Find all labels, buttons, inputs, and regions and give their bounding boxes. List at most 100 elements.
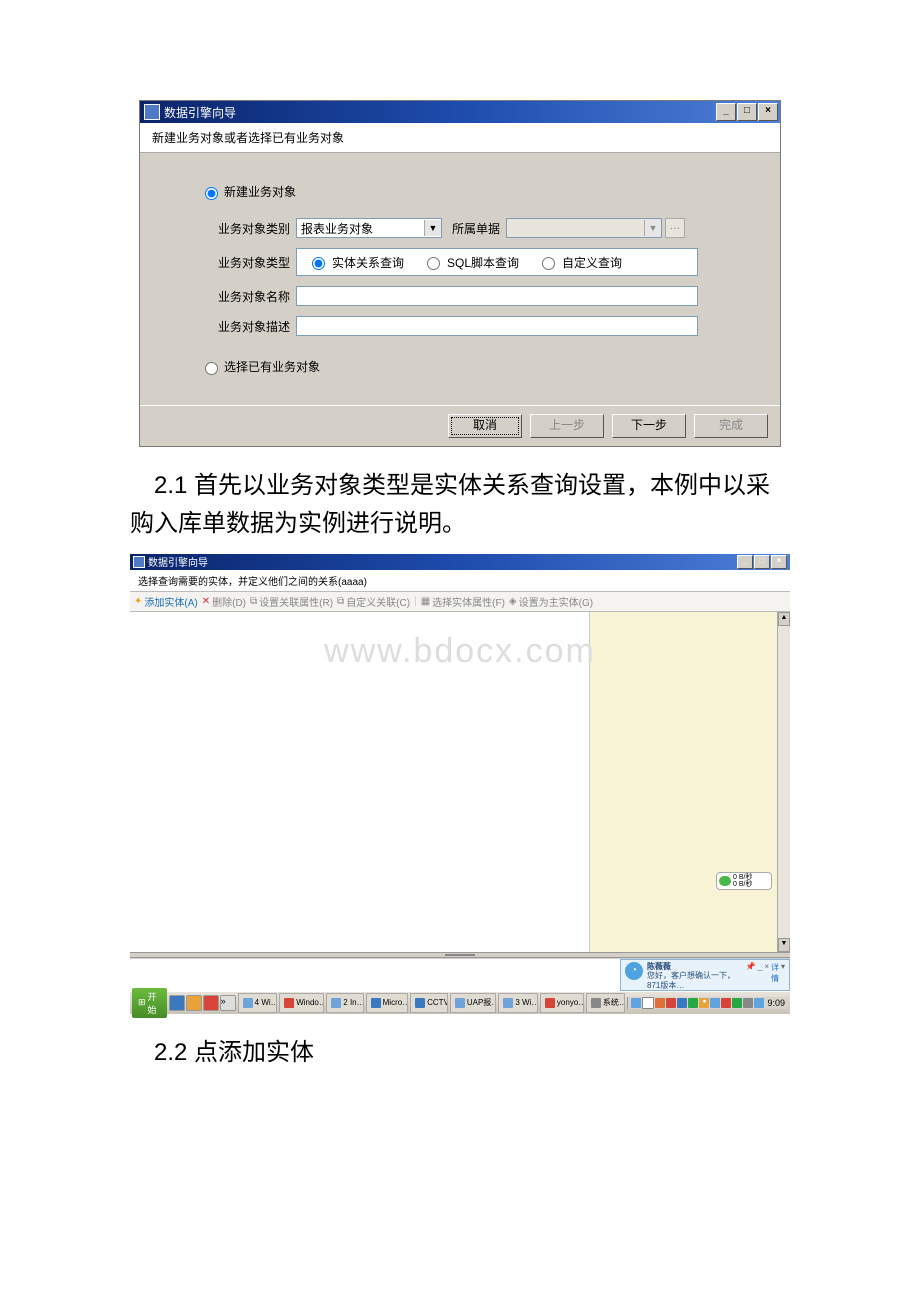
set-main-button[interactable]: ◈ 设置为主实体(G)	[509, 594, 593, 609]
clock[interactable]: 9:09	[767, 998, 785, 1008]
tray-icon[interactable]	[677, 998, 687, 1008]
rel-prop-label: 设置关联属性(R)	[259, 594, 333, 609]
start-button[interactable]: ⊞ 开始	[132, 988, 167, 1018]
task-button[interactable]: Micro…	[366, 993, 408, 1013]
radio-entity-label: 实体关系查询	[332, 254, 404, 271]
radio-existing-input[interactable]	[205, 362, 218, 375]
owner-select[interactable]: ▼	[506, 218, 662, 238]
paragraph-2-2: 2.2 点添加实体	[130, 1034, 790, 1072]
link-icon: ⧉	[250, 596, 257, 607]
radio-sql-query[interactable]: SQL脚本查询	[422, 254, 519, 271]
add-entity-label: 添加实体(A)	[144, 594, 197, 609]
cancel-button[interactable]: 取消	[448, 414, 522, 438]
task-button[interactable]: Windo…	[279, 993, 324, 1013]
preview-panel: ▲ ▼ 0 B/秒 0 B/秒	[589, 612, 790, 952]
im-controls[interactable]: 📌 _ × 详情 ▾	[746, 962, 785, 988]
radio-new-object[interactable]: 新建业务对象	[200, 183, 750, 200]
speed-icon	[719, 876, 731, 886]
type-radio-group: 实体关系查询 SQL脚本查询 自定义查询	[296, 248, 698, 276]
category-select[interactable]: 报表业务对象 ▼	[296, 218, 442, 238]
custom-rel-button[interactable]: ⧉ 自定义关联(C)	[337, 594, 410, 609]
tray-icon[interactable]	[631, 998, 641, 1008]
add-entity-button[interactable]: ✦ 添加实体(A)	[134, 594, 198, 609]
radio-sql-label: SQL脚本查询	[447, 254, 519, 271]
desc-input[interactable]	[296, 316, 698, 336]
window-icon	[144, 104, 160, 120]
task-button[interactable]: 4 Wi…	[238, 993, 278, 1013]
task-button[interactable]: 系统…	[586, 993, 626, 1013]
minimize-button[interactable]: _	[716, 103, 736, 121]
ie-icon[interactable]	[169, 995, 185, 1011]
tray-icon[interactable]	[754, 998, 764, 1008]
close-button[interactable]: ×	[771, 555, 787, 569]
delete-button[interactable]: ✕ 删除(D)	[202, 594, 246, 609]
name-input[interactable]	[296, 286, 698, 306]
custom-rel-label: 自定义关联(C)	[346, 594, 410, 609]
scroll-down-icon[interactable]: ▼	[778, 938, 790, 952]
radio-entity-input[interactable]	[312, 257, 325, 270]
tray-icon[interactable]: ●	[699, 998, 709, 1008]
folder-icon[interactable]	[186, 995, 202, 1011]
quick-launch: »	[169, 995, 236, 1011]
prev-button[interactable]: 上一步	[530, 414, 604, 438]
pin-icon[interactable]: 📌	[746, 962, 756, 988]
scrollbar[interactable]: ▲ ▼	[777, 612, 790, 952]
radio-existing-object[interactable]: 选择已有业务对象	[200, 358, 750, 375]
upload-speed: 0 B/秒	[733, 874, 752, 881]
tray-icon[interactable]	[743, 998, 753, 1008]
im-notification[interactable]: ◔ 陈薇薇 您好，客户想确认一下，871版本… 📌 _ × 详情 ▾	[620, 959, 790, 991]
dialog-footer: 取消 上一步 下一步 完成	[140, 405, 780, 446]
tray-icon[interactable]	[721, 998, 731, 1008]
type-label: 业务对象类型	[170, 254, 296, 271]
chevron-down-icon[interactable]: ▼	[424, 220, 441, 236]
radio-sql-input[interactable]	[427, 257, 440, 270]
canvas-area: ▲ ▼ 0 B/秒 0 B/秒 www.bdocx.com	[130, 612, 790, 952]
select-field-button[interactable]: ▦ 选择实体属性(F)	[421, 594, 505, 609]
wizard-screen-2: 数据引擎向导 _ □ × 选择查询需要的实体，并定义他们之间的关系(aaaa) …	[130, 554, 790, 1014]
task-button[interactable]: 2 In…	[326, 993, 363, 1013]
tray-icon[interactable]	[732, 998, 742, 1008]
close-button[interactable]: ×	[758, 103, 778, 121]
more-icon[interactable]: »	[220, 995, 236, 1011]
next-button[interactable]: 下一步	[612, 414, 686, 438]
subtitle-2: 选择查询需要的实体，并定义他们之间的关系(aaaa)	[130, 570, 790, 592]
tray-icon[interactable]	[642, 997, 654, 1009]
maximize-button[interactable]: □	[737, 103, 757, 121]
task-button[interactable]: yonyo…	[540, 993, 584, 1013]
select-field-label: 选择实体属性(F)	[432, 594, 505, 609]
rel-prop-button[interactable]: ⧉ 设置关联属性(R)	[250, 594, 333, 609]
tray-icon[interactable]	[666, 998, 676, 1008]
im-detail-link[interactable]: 详情	[771, 962, 779, 988]
tray-icon[interactable]	[688, 998, 698, 1008]
task-button[interactable]: 3 Wi…	[498, 993, 538, 1013]
task-button[interactable]: UAP报…	[450, 993, 497, 1013]
grid-icon: ▦	[421, 596, 430, 607]
finish-button[interactable]: 完成	[694, 414, 768, 438]
app-icon[interactable]	[203, 995, 219, 1011]
maximize-button[interactable]: □	[754, 555, 770, 569]
titlebar[interactable]: 数据引擎向导 _ □ ×	[140, 101, 780, 123]
category-label: 业务对象类别	[170, 220, 296, 237]
windows-icon: ⊞	[138, 997, 146, 1008]
scroll-up-icon[interactable]: ▲	[778, 612, 790, 626]
system-tray[interactable]: ● 9:09	[627, 997, 788, 1009]
radio-entity-query[interactable]: 实体关系查询	[307, 254, 404, 271]
owner-browse-button[interactable]: …	[665, 218, 685, 238]
im-name: 陈薇薇	[647, 962, 742, 972]
task-button[interactable]: CCTV	[410, 993, 448, 1013]
titlebar-2[interactable]: 数据引擎向导 _ □ ×	[130, 554, 790, 570]
plus-icon: ✦	[134, 596, 142, 607]
radio-custom-query[interactable]: 自定义查询	[537, 254, 622, 271]
taskbar[interactable]: ⊞ 开始 » 4 Wi… Windo… 2 In… Micro… CCTV UA…	[130, 991, 790, 1014]
chevron-down-icon[interactable]: ▼	[644, 220, 661, 236]
name-label: 业务对象名称	[170, 288, 296, 305]
radio-custom-input[interactable]	[542, 257, 555, 270]
minimize-button[interactable]: _	[737, 555, 753, 569]
x-icon: ✕	[202, 596, 210, 607]
network-speed-popup: 0 B/秒 0 B/秒	[716, 872, 772, 890]
set-main-label: 设置为主实体(G)	[519, 594, 593, 609]
entity-canvas[interactable]	[130, 612, 589, 952]
radio-new-input[interactable]	[205, 187, 218, 200]
tray-icon[interactable]	[710, 998, 720, 1008]
tray-icon[interactable]	[655, 998, 665, 1008]
